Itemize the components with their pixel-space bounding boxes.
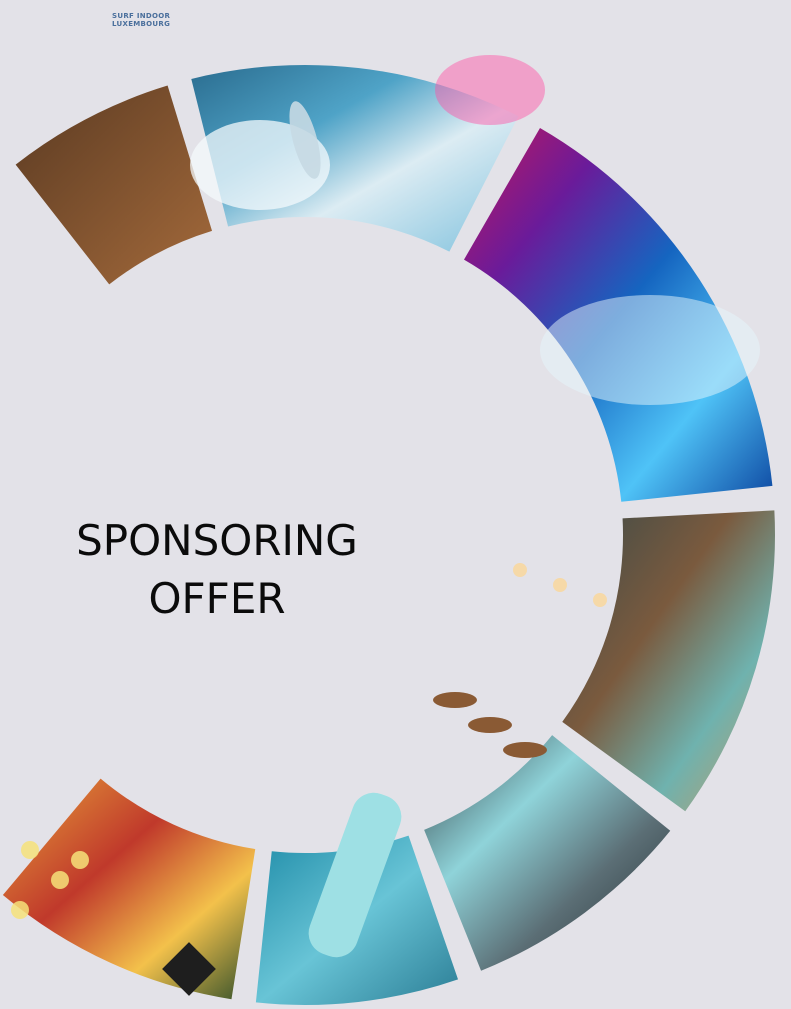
neon-glow-shape (435, 55, 545, 125)
pendant-lamp-shape (553, 578, 567, 592)
pendant-lamp-shape (513, 563, 527, 577)
title-line-1: SPONSORING (76, 516, 358, 565)
food-topping-shape (71, 851, 89, 869)
pendant-lamp-shape (593, 593, 607, 607)
photo-segment-bar (562, 510, 775, 812)
bar-stool-shape (503, 742, 547, 758)
photo-segment-food (2, 778, 256, 1000)
bar-stool-shape (468, 717, 512, 733)
food-topping-shape (11, 901, 29, 919)
photo-segment-partial-left (15, 85, 213, 285)
photo-ring (2, 55, 775, 1005)
title-line-2: OFFER (148, 574, 286, 623)
food-topping-shape (21, 841, 39, 859)
bar-stool-shape (433, 692, 477, 708)
page-title: SPONSORING OFFER (40, 512, 394, 628)
food-topping-shape (51, 871, 69, 889)
foam-shape (540, 295, 760, 405)
